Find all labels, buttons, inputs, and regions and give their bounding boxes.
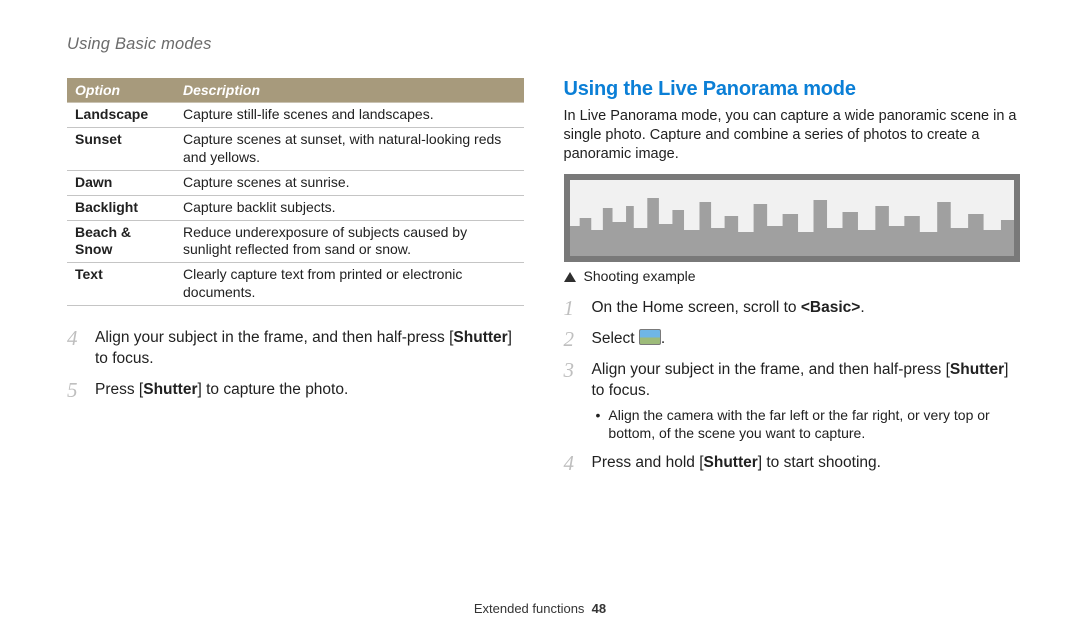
table-row: SunsetCapture scenes at sunset, with nat… <box>67 127 524 170</box>
step-text: Select . <box>592 329 666 350</box>
page-header: Using Basic modes <box>67 35 212 54</box>
table-row: Beach & SnowReduce underexposure of subj… <box>67 220 524 263</box>
sub-bullet: Align the camera with the far left or th… <box>596 406 1021 442</box>
option-name: Sunset <box>67 127 175 170</box>
option-description: Clearly capture text from printed or ele… <box>175 263 524 306</box>
option-name: Beach & Snow <box>67 220 175 263</box>
panorama-example-frame <box>564 174 1021 262</box>
triangle-up-icon <box>564 272 576 282</box>
step-text: Press [Shutter] to capture the photo. <box>95 380 348 401</box>
step-text: Align your subject in the frame, and the… <box>592 360 1021 442</box>
step-text: Press and hold [Shutter] to start shooti… <box>592 453 881 474</box>
table-row: BacklightCapture backlit subjects. <box>67 195 524 220</box>
th-description: Description <box>175 78 524 103</box>
bold-text: <Basic> <box>801 299 860 316</box>
option-description: Capture scenes at sunset, with natural-l… <box>175 127 524 170</box>
step-item: 2 Select . <box>564 329 1021 350</box>
bold-text: Shutter <box>453 329 507 346</box>
options-table: Option Description LandscapeCapture stil… <box>67 78 524 306</box>
step-sub-bullets: Align the camera with the far left or th… <box>592 406 1021 442</box>
panorama-example-image <box>570 180 1015 256</box>
bold-text: Shutter <box>950 361 1004 378</box>
table-row: DawnCapture scenes at sunrise. <box>67 170 524 195</box>
panorama-icon <box>639 329 661 345</box>
option-name: Text <box>67 263 175 306</box>
step-number: 4 <box>564 453 578 474</box>
example-caption: Shooting example <box>564 268 1021 284</box>
step-number: 2 <box>564 329 578 350</box>
step-number: 4 <box>67 328 81 349</box>
step-item: 4 Press and hold [Shutter] to start shoot… <box>564 453 1021 474</box>
table-row: LandscapeCapture still-life scenes and l… <box>67 103 524 128</box>
option-description: Capture backlit subjects. <box>175 195 524 220</box>
table-row: TextClearly capture text from printed or… <box>67 263 524 306</box>
bold-text: Shutter <box>143 381 197 398</box>
step-item: 4 Align your subject in the frame, and th… <box>67 328 524 370</box>
step-number: 3 <box>564 360 578 381</box>
section-intro: In Live Panorama mode, you can capture a… <box>564 107 1021 164</box>
step-text: On the Home screen, scroll to <Basic>. <box>592 298 865 319</box>
section-heading: Using the Live Panorama mode <box>564 78 1021 101</box>
option-description: Reduce underexposure of subjects caused … <box>175 220 524 263</box>
right-column: Using the Live Panorama mode In Live Pan… <box>564 78 1021 484</box>
step-number: 5 <box>67 380 81 401</box>
option-description: Capture scenes at sunrise. <box>175 170 524 195</box>
step-number: 1 <box>564 298 578 319</box>
step-text: Align your subject in the frame, and the… <box>95 328 524 370</box>
option-name: Backlight <box>67 195 175 220</box>
option-description: Capture still-life scenes and landscapes… <box>175 103 524 128</box>
page-footer: Extended functions 48 <box>0 601 1080 616</box>
th-option: Option <box>67 78 175 103</box>
step-item: 5 Press [Shutter] to capture the photo. <box>67 380 524 401</box>
bold-text: Shutter <box>704 454 758 471</box>
option-name: Landscape <box>67 103 175 128</box>
step-item: 1 On the Home screen, scroll to <Basic>. <box>564 298 1021 319</box>
option-name: Dawn <box>67 170 175 195</box>
step-item: 3 Align your subject in the frame, and th… <box>564 360 1021 442</box>
left-column: Option Description LandscapeCapture stil… <box>67 78 524 484</box>
